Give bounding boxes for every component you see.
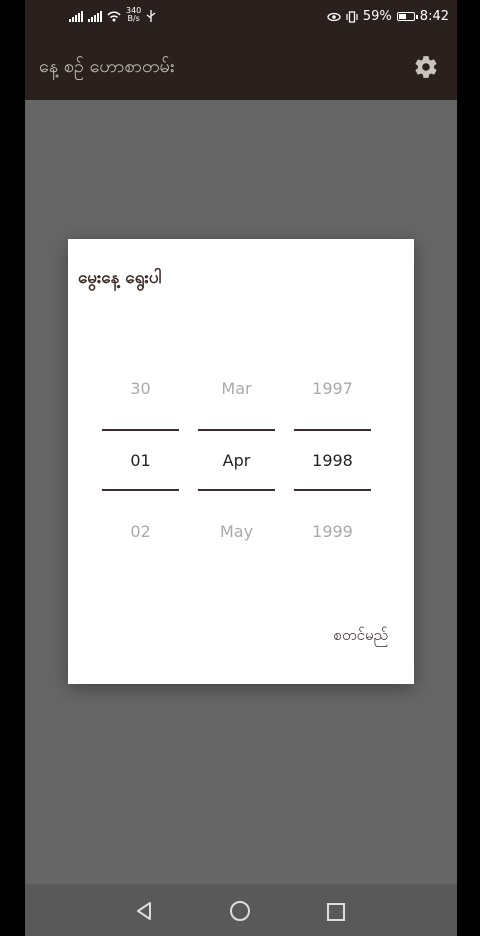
navigation-bar [25, 884, 457, 936]
battery-icon [396, 12, 418, 21]
status-right: 59% 8:42 [327, 9, 449, 24]
clock: 8:42 [419, 9, 449, 24]
gear-icon[interactable] [413, 54, 439, 80]
usb-icon [146, 10, 156, 22]
month-next[interactable]: May [198, 522, 275, 541]
app-title: နေ့ စဉ် ဟောစာတမ်း [39, 56, 175, 77]
home-icon[interactable] [229, 900, 251, 922]
year-divider-top [294, 429, 371, 431]
signal-icon [69, 10, 83, 22]
signal-icon-2 [88, 10, 102, 22]
start-button[interactable]: စတင်မည် [334, 626, 388, 648]
date-picker-dialog: မွေးနေ့ ရွေးပါ 30 01 02 Mar Apr May 1997… [68, 239, 414, 684]
day-picker[interactable]: 30 01 02 [102, 369, 179, 549]
month-divider-bottom [198, 489, 275, 491]
month-picker[interactable]: Mar Apr May [198, 369, 275, 549]
month-current[interactable]: Apr [198, 451, 275, 470]
phone-screen: 340 B/s 59% 8:42 နေ့ စဉ် ဟောစာတမ်း မွေးန… [25, 0, 457, 936]
eye-comfort-icon [327, 12, 341, 21]
vibrate-icon [346, 10, 358, 23]
year-current[interactable]: 1998 [294, 451, 371, 470]
month-divider-top [198, 429, 275, 431]
status-left: 340 B/s [69, 7, 156, 23]
day-current[interactable]: 01 [102, 451, 179, 470]
net-speed-unit: B/s [127, 14, 140, 23]
app-bar: နေ့ စဉ် ဟောစာတမ်း [25, 34, 457, 100]
year-picker[interactable]: 1997 1998 1999 [294, 369, 371, 549]
year-next[interactable]: 1999 [294, 522, 371, 541]
net-speed: 340 B/s [126, 7, 141, 23]
dialog-title: မွေးနေ့ ရွေးပါ [78, 268, 162, 288]
day-prev[interactable]: 30 [102, 379, 179, 398]
year-prev[interactable]: 1997 [294, 379, 371, 398]
day-divider-top [102, 429, 179, 431]
month-prev[interactable]: Mar [198, 379, 275, 398]
status-bar: 340 B/s 59% 8:42 [25, 0, 457, 34]
year-divider-bottom [294, 489, 371, 491]
battery-percent: 59% [362, 9, 392, 24]
recents-icon[interactable] [327, 903, 345, 921]
wifi-icon [107, 11, 121, 22]
back-icon[interactable] [133, 900, 155, 922]
day-divider-bottom [102, 489, 179, 491]
day-next[interactable]: 02 [102, 522, 179, 541]
